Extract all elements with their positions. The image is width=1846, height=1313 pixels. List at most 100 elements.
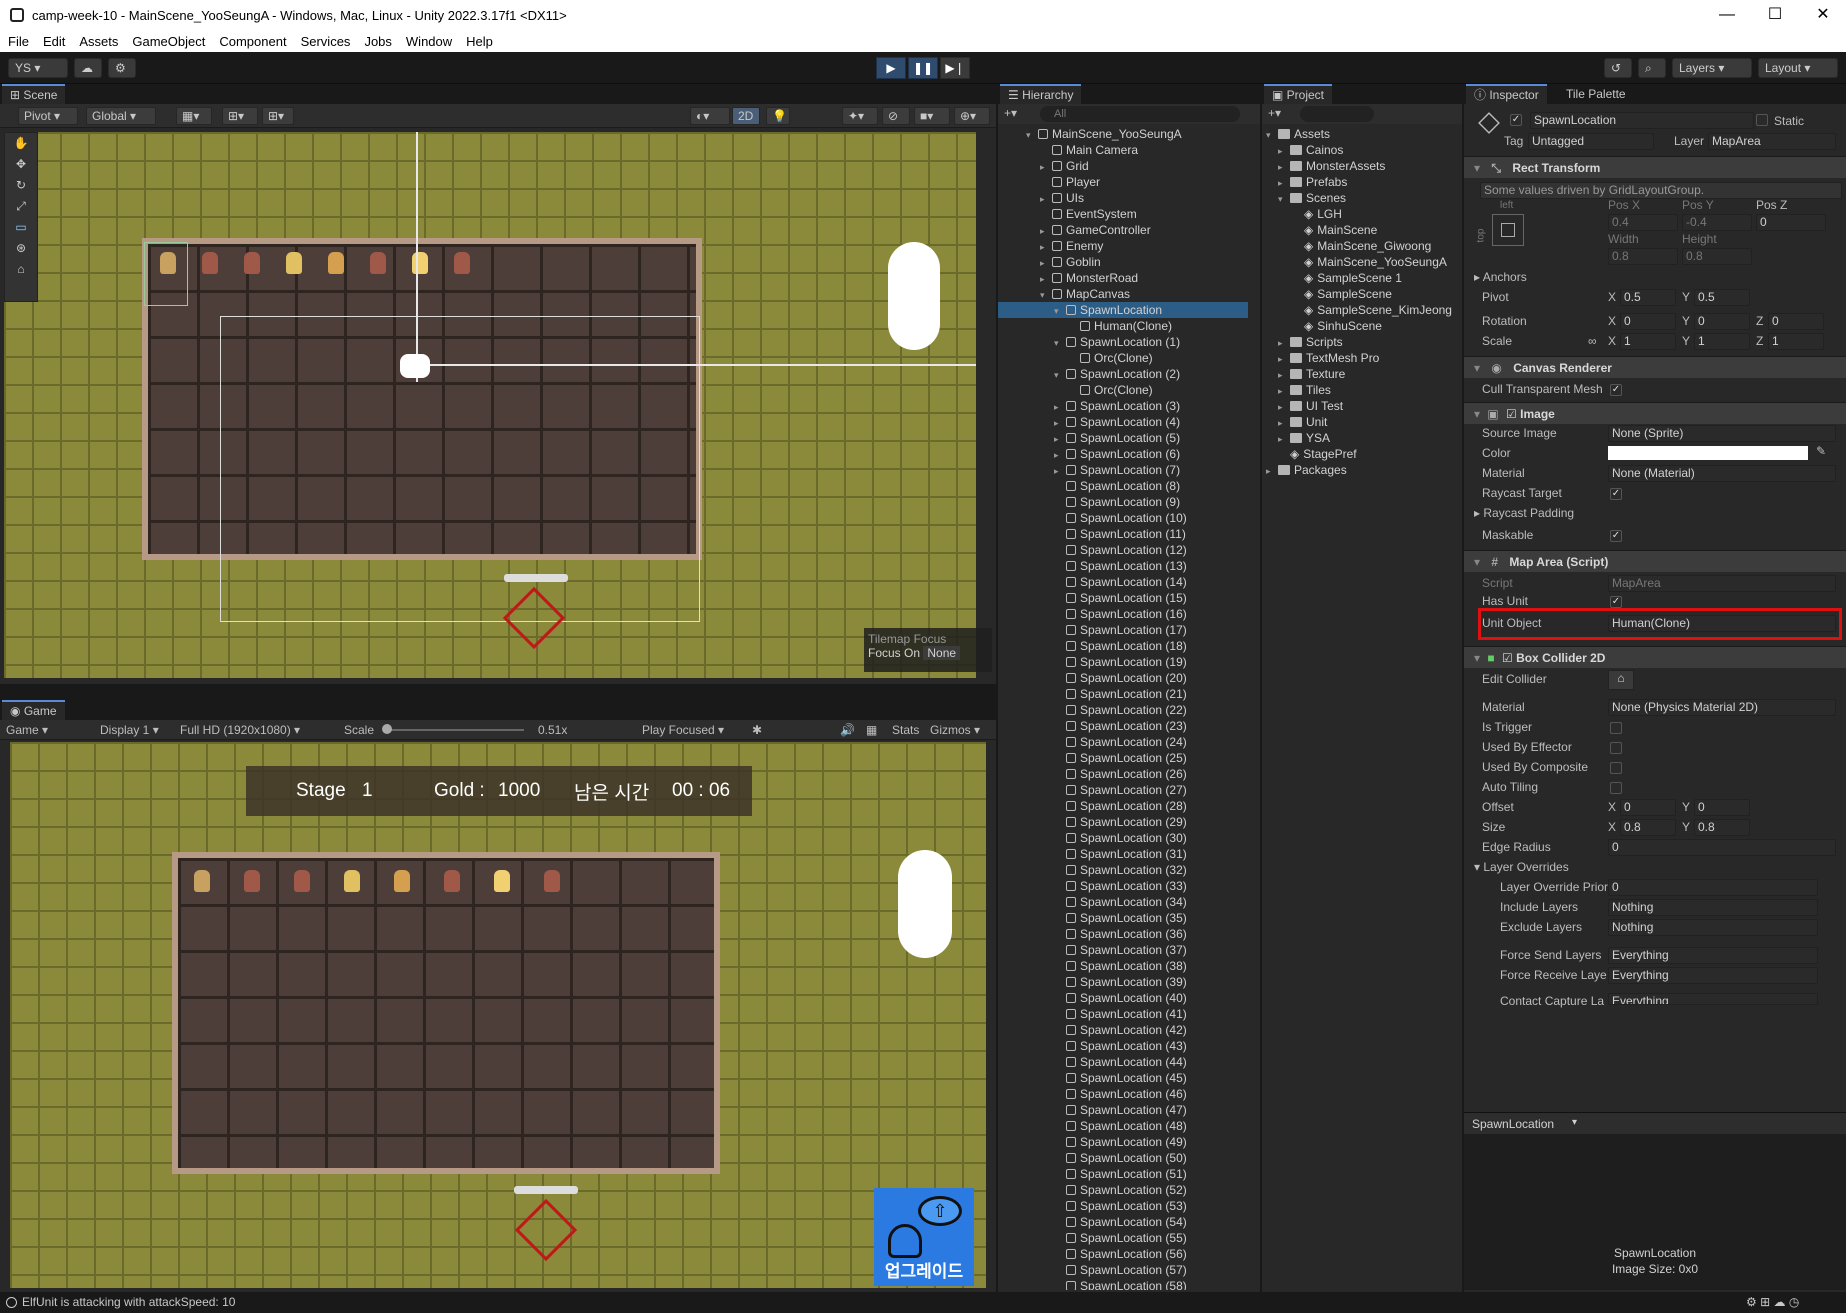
maximize-button[interactable]: ☐ bbox=[1752, 0, 1798, 30]
hierarchy-item[interactable]: ▸ SpawnLocation (7) bbox=[998, 462, 1248, 478]
hierarchy-item[interactable]: SpawnLocation (30) bbox=[998, 830, 1248, 846]
offset-x-field[interactable]: 0 bbox=[1620, 799, 1676, 816]
project-folder-item[interactable]: ▾ Scenes bbox=[1262, 190, 1346, 206]
edit-collider-button[interactable]: ⌂ bbox=[1608, 670, 1634, 690]
hierarchy-item[interactable]: ▸ Enemy bbox=[998, 238, 1248, 254]
hierarchy-item[interactable]: ▾ SpawnLocation bbox=[998, 302, 1248, 318]
expand-arrow-icon[interactable]: ▸ bbox=[1040, 255, 1052, 271]
menu-assets[interactable]: Assets bbox=[79, 34, 118, 49]
resolution-dropdown[interactable]: Full HD (1920x1080) ▾ bbox=[180, 723, 300, 737]
preview-header[interactable]: SpawnLocation ▾ bbox=[1464, 1112, 1846, 1134]
audio-icon[interactable]: 🔊 bbox=[840, 723, 855, 737]
static-checkbox[interactable] bbox=[1756, 114, 1768, 126]
hierarchy-item[interactable]: SpawnLocation (43) bbox=[998, 1038, 1248, 1054]
expand-arrow-icon[interactable]: ▾ bbox=[1266, 127, 1278, 143]
global-dropdown[interactable]: Global ▾ bbox=[86, 107, 156, 125]
hierarchy-item[interactable]: ▸ GameController bbox=[998, 222, 1248, 238]
expand-arrow-icon[interactable]: ▸ bbox=[1054, 415, 1066, 431]
tab-game[interactable]: ◉ Game bbox=[2, 700, 65, 720]
hierarchy-item[interactable]: SpawnLocation (11) bbox=[998, 526, 1248, 542]
hierarchy-item[interactable]: SpawnLocation (27) bbox=[998, 782, 1248, 798]
project-scene-item[interactable]: ◈ SampleScene_KimJeong bbox=[1262, 302, 1452, 318]
source-image-field[interactable]: None (Sprite) bbox=[1608, 425, 1836, 442]
hierarchy-item[interactable]: ▾ SpawnLocation (2) bbox=[998, 366, 1248, 382]
hierarchy-item[interactable]: SpawnLocation (41) bbox=[998, 1006, 1248, 1022]
include-layers-dropdown[interactable]: Nothing bbox=[1608, 899, 1818, 916]
size-y-field[interactable]: 0.8 bbox=[1694, 819, 1750, 836]
hierarchy-item[interactable]: ▾ MapCanvas bbox=[998, 286, 1248, 302]
maskable-checkbox[interactable]: ✓ bbox=[1610, 530, 1622, 542]
anchor-preset-button[interactable] bbox=[1492, 214, 1524, 246]
hierarchy-item[interactable]: SpawnLocation (53) bbox=[998, 1198, 1248, 1214]
hierarchy-item[interactable]: SpawnLocation (31) bbox=[998, 846, 1248, 862]
hierarchy-item[interactable]: SpawnLocation (32) bbox=[998, 862, 1248, 878]
pivot-y-field[interactable]: 0.5 bbox=[1694, 289, 1750, 306]
collider-material-field[interactable]: None (Physics Material 2D) bbox=[1608, 699, 1836, 716]
canvas-renderer-header[interactable]: ▾ ◉ Canvas Renderer bbox=[1464, 356, 1846, 378]
hierarchy-item[interactable]: SpawnLocation (23) bbox=[998, 718, 1248, 734]
hierarchy-item[interactable]: ▸ SpawnLocation (3) bbox=[998, 398, 1248, 414]
menu-edit[interactable]: Edit bbox=[43, 34, 65, 49]
menu-window[interactable]: Window bbox=[406, 34, 452, 49]
unit-object-field[interactable]: Human(Clone) bbox=[1608, 615, 1836, 632]
project-folder-item[interactable]: ▸ YSA bbox=[1262, 430, 1330, 446]
stats-button[interactable]: Stats bbox=[892, 723, 919, 737]
focus-on-dropdown[interactable]: None bbox=[923, 646, 961, 660]
tab-hierarchy[interactable]: ☰ Hierarchy bbox=[1000, 84, 1082, 104]
project-folder-item[interactable]: ▸ Unit bbox=[1262, 414, 1327, 430]
hierarchy-item[interactable]: SpawnLocation (26) bbox=[998, 766, 1248, 782]
cloud-icon[interactable]: ☁ bbox=[74, 58, 102, 78]
expand-arrow-icon[interactable]: ▸ bbox=[1278, 159, 1290, 175]
project-folder-item[interactable]: ▸ UI Test bbox=[1262, 398, 1343, 414]
expand-arrow-icon[interactable]: ▸ bbox=[1278, 143, 1290, 159]
scale-x-field[interactable]: 1 bbox=[1620, 333, 1676, 350]
project-scene-item[interactable]: ◈ MainScene bbox=[1262, 222, 1377, 238]
rotation-y-field[interactable]: 0 bbox=[1694, 313, 1750, 330]
menu-jobs[interactable]: Jobs bbox=[364, 34, 391, 49]
hierarchy-item[interactable]: SpawnLocation (35) bbox=[998, 910, 1248, 926]
project-folder-item[interactable]: ▸ MonsterAssets bbox=[1262, 158, 1385, 174]
expand-arrow-icon[interactable]: ▾ bbox=[1278, 191, 1290, 207]
step-button[interactable]: ▶❘ bbox=[940, 57, 970, 79]
pivot-x-field[interactable]: 0.5 bbox=[1620, 289, 1676, 306]
hierarchy-item[interactable]: ▸ SpawnLocation (5) bbox=[998, 430, 1248, 446]
hierarchy-item[interactable]: SpawnLocation (29) bbox=[998, 814, 1248, 830]
hierarchy-item[interactable]: SpawnLocation (38) bbox=[998, 958, 1248, 974]
expand-arrow-icon[interactable]: ▸ bbox=[1040, 159, 1052, 175]
upgrade-button[interactable]: ⇧ 업그레이드 bbox=[874, 1188, 974, 1286]
eyedropper-icon[interactable]: ✎ bbox=[1816, 444, 1826, 458]
rotation-x-field[interactable]: 0 bbox=[1620, 313, 1676, 330]
effects-icon[interactable]: ✦▾ bbox=[842, 107, 878, 125]
force-receive-dropdown[interactable]: Everything bbox=[1608, 967, 1818, 984]
hierarchy-item[interactable]: SpawnLocation (17) bbox=[998, 622, 1248, 638]
gizmos-icon[interactable]: ⊕▾ bbox=[954, 107, 990, 125]
expand-arrow-icon[interactable]: ▸ bbox=[1040, 271, 1052, 287]
hierarchy-item[interactable]: SpawnLocation (45) bbox=[998, 1070, 1248, 1086]
rotate-tool-icon[interactable]: ↻ bbox=[5, 175, 37, 196]
hierarchy-item[interactable]: SpawnLocation (14) bbox=[998, 574, 1248, 590]
hierarchy-item[interactable]: SpawnLocation (50) bbox=[998, 1150, 1248, 1166]
map-area-header[interactable]: ▾ # Map Area (Script) bbox=[1464, 550, 1846, 572]
tab-project[interactable]: ▣ Project bbox=[1264, 84, 1333, 104]
hierarchy-item[interactable]: SpawnLocation (9) bbox=[998, 494, 1248, 510]
status-tray-icons[interactable]: ⚙ ⊞ ☁ ◷ bbox=[1746, 1292, 1799, 1313]
project-folder-item[interactable]: ▸ Scripts bbox=[1262, 334, 1343, 350]
box-collider-header[interactable]: ▾ ■ ☑ Box Collider 2D bbox=[1464, 646, 1846, 668]
hierarchy-item[interactable]: SpawnLocation (39) bbox=[998, 974, 1248, 990]
hierarchy-item[interactable]: SpawnLocation (56) bbox=[998, 1246, 1248, 1262]
game-viewport[interactable]: Stage 1 Gold : 1000 남은 시간 00 : 06 ⇧ 업그레이… bbox=[10, 742, 986, 1288]
exclude-layers-dropdown[interactable]: Nothing bbox=[1608, 919, 1818, 936]
hierarchy-item[interactable]: SpawnLocation (21) bbox=[998, 686, 1248, 702]
expand-arrow-icon[interactable]: ▸ bbox=[1278, 399, 1290, 415]
offset-y-field[interactable]: 0 bbox=[1694, 799, 1750, 816]
hierarchy-item[interactable]: SpawnLocation (37) bbox=[998, 942, 1248, 958]
hierarchy-item[interactable]: SpawnLocation (16) bbox=[998, 606, 1248, 622]
hierarchy-item[interactable]: SpawnLocation (40) bbox=[998, 990, 1248, 1006]
raycast-padding-foldout[interactable]: ▸ Raycast Padding bbox=[1474, 506, 1574, 520]
hierarchy-item[interactable]: SpawnLocation (42) bbox=[998, 1022, 1248, 1038]
hierarchy-item[interactable]: SpawnLocation (44) bbox=[998, 1054, 1248, 1070]
hierarchy-item[interactable]: SpawnLocation (20) bbox=[998, 670, 1248, 686]
image-material-field[interactable]: None (Material) bbox=[1608, 465, 1836, 482]
project-folder-item[interactable]: ▸ TextMesh Pro bbox=[1262, 350, 1379, 366]
layers-dropdown[interactable]: Layers ▾ bbox=[1672, 58, 1752, 78]
